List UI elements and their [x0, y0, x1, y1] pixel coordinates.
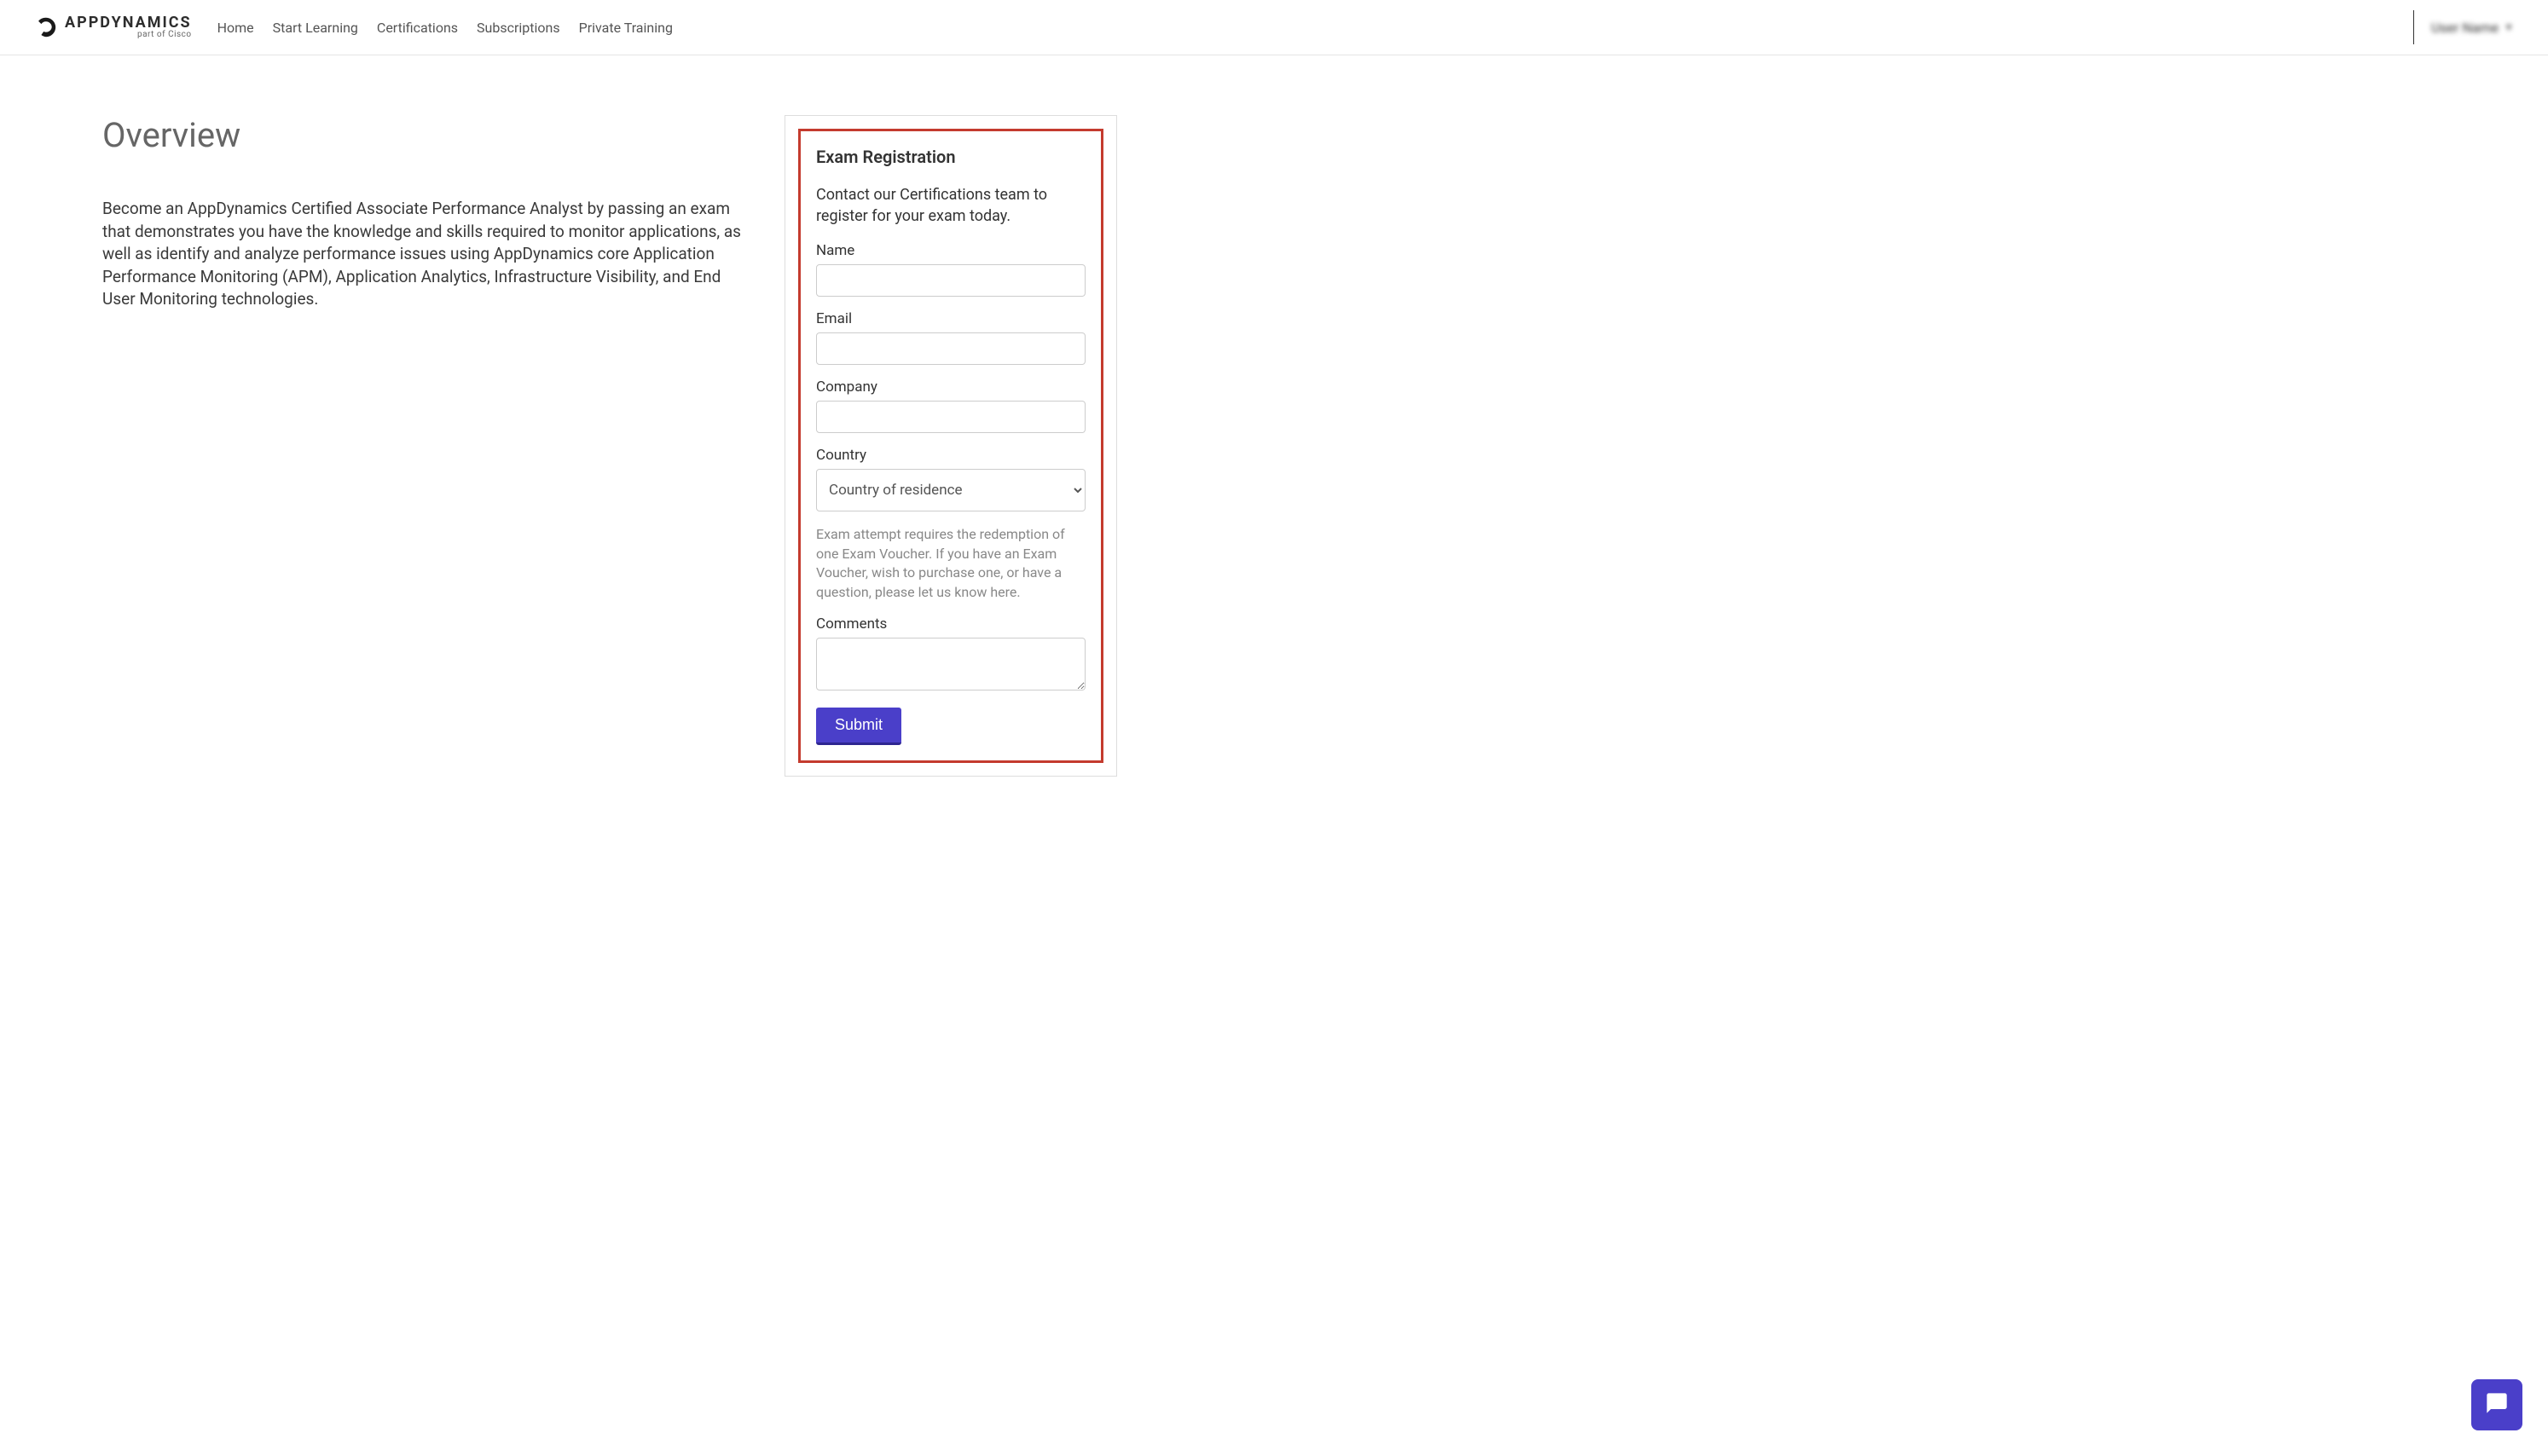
- logo-sub-text: part of Cisco: [137, 31, 192, 39]
- country-group: Country Country of residence: [816, 447, 1086, 511]
- company-label: Company: [816, 378, 1086, 396]
- nav-certifications[interactable]: Certifications: [377, 20, 458, 36]
- nav-start-learning[interactable]: Start Learning: [273, 20, 358, 36]
- name-input[interactable]: [816, 264, 1086, 297]
- chat-icon: [2485, 1391, 2509, 1418]
- main-nav: Home Start Learning Certifications Subsc…: [217, 20, 673, 36]
- submit-button[interactable]: Submit: [816, 708, 901, 745]
- main-content: Overview Become an AppDynamics Certified…: [0, 55, 2548, 811]
- email-label: Email: [816, 310, 1086, 327]
- country-select[interactable]: Country of residence: [816, 469, 1086, 511]
- company-group: Company: [816, 378, 1086, 433]
- user-menu-dropdown[interactable]: User Name ▼: [2431, 20, 2514, 36]
- overview-body: Become an AppDynamics Certified Associat…: [102, 198, 750, 311]
- comments-label: Comments: [816, 615, 1086, 633]
- page-heading: Overview: [102, 115, 750, 155]
- email-group: Email: [816, 310, 1086, 365]
- chat-button[interactable]: [2471, 1379, 2522, 1430]
- exam-registration-form: Exam Registration Contact our Certificat…: [798, 129, 1103, 763]
- user-area: User Name ▼: [2413, 10, 2514, 44]
- country-label: Country: [816, 447, 1086, 464]
- form-intro-text: Contact our Certifications team to regis…: [816, 184, 1086, 227]
- email-input[interactable]: [816, 332, 1086, 365]
- nav-private-training[interactable]: Private Training: [579, 20, 673, 36]
- header-divider: [2413, 10, 2414, 44]
- logo-main-text: APPDYNAMICS: [65, 15, 192, 31]
- name-label: Name: [816, 242, 1086, 259]
- nav-subscriptions[interactable]: Subscriptions: [477, 20, 560, 36]
- company-input[interactable]: [816, 401, 1086, 433]
- logo-text: APPDYNAMICS part of Cisco: [65, 15, 192, 39]
- nav-home[interactable]: Home: [217, 20, 254, 36]
- sidebar: Exam Registration Contact our Certificat…: [785, 115, 1117, 777]
- chevron-down-icon: ▼: [2504, 21, 2514, 33]
- comments-textarea[interactable]: [816, 638, 1086, 690]
- comments-group: Comments: [816, 615, 1086, 694]
- top-header: APPDYNAMICS part of Cisco Home Start Lea…: [0, 0, 2548, 55]
- user-name-label: User Name: [2431, 20, 2499, 36]
- logo[interactable]: APPDYNAMICS part of Cisco: [34, 15, 192, 39]
- voucher-help-text: Exam attempt requires the redemption of …: [816, 525, 1086, 602]
- appdynamics-logo-icon: [34, 15, 58, 39]
- name-group: Name: [816, 242, 1086, 297]
- form-title: Exam Registration: [816, 147, 1086, 167]
- overview-section: Overview Become an AppDynamics Certified…: [102, 115, 750, 311]
